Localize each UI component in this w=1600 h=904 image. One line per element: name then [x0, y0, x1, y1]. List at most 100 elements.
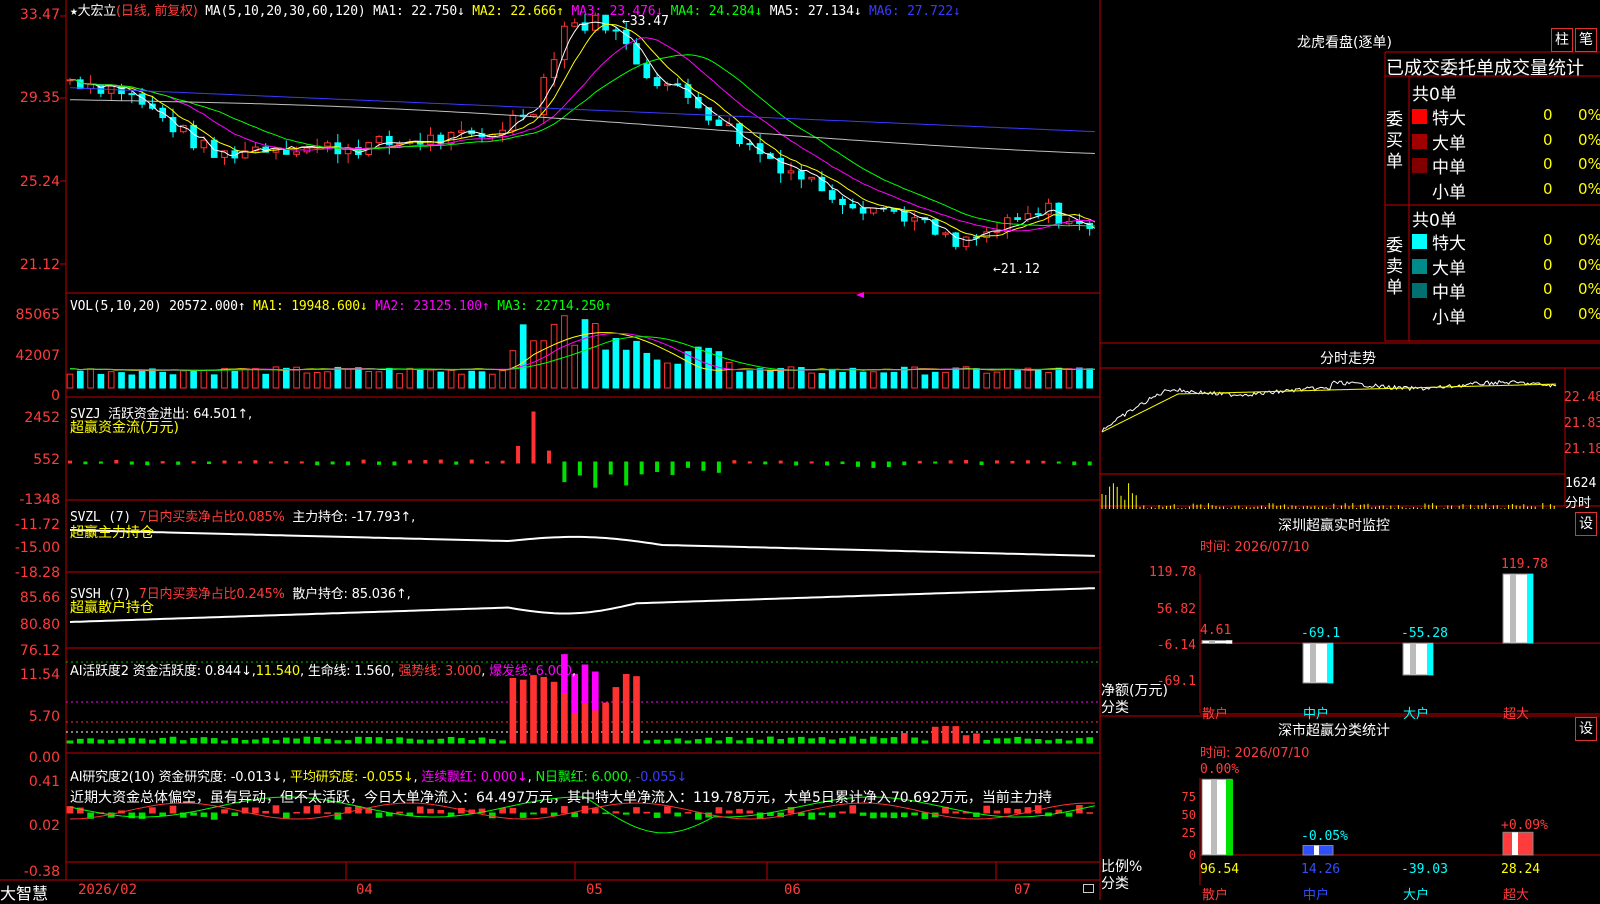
sell-row-count: 0 [1543, 280, 1553, 298]
volume-bar [1024, 367, 1032, 389]
volume-bar [313, 371, 321, 389]
volume-bar [76, 370, 84, 389]
ai1-title: AI活跃度2 [70, 664, 129, 679]
research-bar [736, 808, 743, 814]
research-bar [324, 812, 331, 814]
sell-row-count: 0 [1543, 231, 1553, 249]
sell-row-label: 大单 [1432, 258, 1466, 279]
candle-body [293, 151, 300, 155]
candle-body [643, 63, 651, 79]
fund-flow-bar [1025, 460, 1030, 464]
volume-bar [118, 372, 125, 389]
stats-bar-value: 14.26 [1301, 862, 1341, 877]
stock-chart[interactable] [0, 0, 1600, 900]
activity-bar [828, 739, 836, 744]
activity-bar [797, 736, 805, 744]
stats-ytick: 0 [1188, 848, 1196, 862]
volume-bar [1014, 369, 1021, 389]
monitor-bar-edge [1226, 640, 1232, 644]
main-position-line [69, 529, 1095, 557]
activity-bar [190, 737, 197, 744]
monitor-bar-value: 4.61 [1200, 623, 1232, 639]
stats-category-label: 超大 [1503, 888, 1530, 903]
activity-bar [293, 738, 300, 744]
volume-bar [66, 373, 74, 389]
ai2-ytick: 0.41 [28, 774, 60, 790]
ma6-line [69, 87, 1095, 133]
activity-bar [736, 740, 743, 744]
low-label: ←21.12 [993, 262, 1040, 277]
svsh-subtitle: 超赢散户持仓 [70, 600, 154, 616]
activity-bar [859, 738, 867, 744]
candle-body [962, 236, 970, 247]
volume-bar [427, 369, 434, 389]
stats-settings-button[interactable]: 设 [1575, 717, 1597, 741]
research-bar [282, 812, 290, 819]
stats-bar-value: 96.54 [1200, 862, 1240, 877]
activity-bar [488, 739, 496, 744]
sell-swatch [1412, 283, 1427, 298]
fund-flow-bar [763, 461, 768, 465]
fund-flow-bar [346, 461, 351, 466]
research-bar [169, 805, 177, 814]
fund-flow-bar [1072, 461, 1077, 466]
volume-bar [1055, 367, 1063, 389]
high-label: ←33.47 [622, 14, 669, 29]
ai2-nday: N日飘红: 6.000, [535, 770, 632, 785]
lock-icon[interactable] [1083, 884, 1094, 893]
volume-bar [705, 347, 712, 389]
monitor-bar-edge [1427, 643, 1433, 676]
research-bar [591, 808, 599, 814]
volume-bar [231, 370, 239, 389]
activity-bar [849, 736, 857, 744]
monitor-settings-button[interactable]: 设 [1575, 512, 1597, 536]
ai2-title: AI研究度2(10) [70, 770, 155, 785]
fund-flow-bar [284, 461, 289, 464]
volume-bar [221, 367, 228, 389]
fund-flow-bar [160, 461, 165, 464]
svsh-label: 散户持仓: 85.036↑, [292, 587, 411, 602]
xaxis-label: 04 [356, 882, 373, 898]
volume-bar [406, 367, 414, 389]
candle-body [931, 219, 939, 235]
candle-body [210, 139, 218, 158]
tick-mode-button[interactable]: 笔 [1575, 28, 1597, 52]
monitor-ytick: 119.78 [1149, 565, 1196, 580]
ma5-value: MA5: 27.134↓ [769, 4, 862, 19]
intraday-vol-label: 分时 [1565, 496, 1592, 511]
svsh-ratio: 7日内买卖净占比0.245% [138, 587, 285, 602]
fund-flow-bar [1087, 461, 1092, 466]
svsh-ytick: 76.12 [19, 643, 60, 659]
activity-bar [262, 737, 270, 744]
research-bar [880, 812, 888, 818]
sell-row-pct: 0% [1578, 304, 1600, 323]
candle-body [952, 232, 960, 247]
fund-flow-bar [68, 460, 72, 464]
activity-bar [839, 738, 846, 744]
volume-bar [252, 368, 259, 389]
activity-bar [1065, 740, 1073, 744]
bar-mode-button[interactable]: 柱 [1551, 28, 1573, 52]
sell-row-label: 中单 [1432, 283, 1466, 303]
volume-bar [303, 372, 311, 389]
volume-bar [993, 371, 1001, 389]
stock-name[interactable]: 大宏立 [78, 4, 117, 19]
candle-body [694, 96, 702, 109]
buy-swatch [1412, 158, 1427, 173]
svzl-subtitle: 超赢主力持仓 [70, 525, 154, 541]
activity-bar [87, 738, 94, 744]
research-bar [252, 807, 259, 814]
svzl-ytick: -15.00 [14, 540, 60, 556]
volume-bar [808, 372, 815, 389]
activity-bar [447, 736, 455, 744]
activity-bar [427, 739, 434, 744]
price-ytick: 21.12 [19, 257, 60, 273]
xaxis-label: 06 [784, 882, 801, 898]
stats-bar-edge [1226, 779, 1233, 855]
research-bar [571, 812, 579, 818]
activity-bar [664, 739, 671, 744]
stats-bar-shade [1314, 845, 1319, 855]
activity-bar [231, 738, 239, 744]
buy-row-pct: 0% [1578, 130, 1600, 149]
volume-bar [458, 373, 465, 389]
